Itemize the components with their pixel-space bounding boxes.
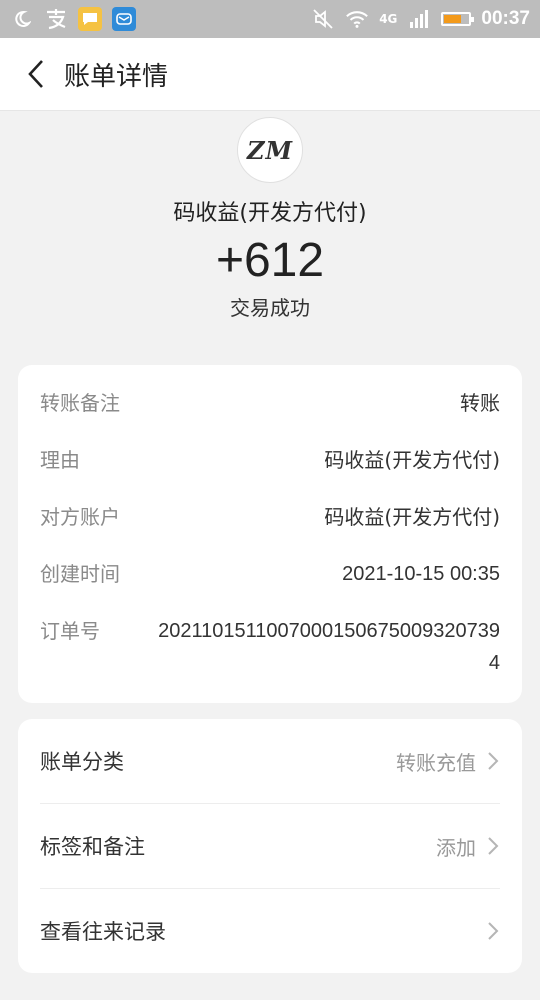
- chevron-right-icon: [486, 751, 500, 771]
- moon-icon: [10, 7, 34, 31]
- detail-value: 码收益(开发方代付): [324, 505, 500, 529]
- details-card: 转账备注 转账 理由 码收益(开发方代付) 对方账户 码收益(开发方代付) 创建…: [18, 365, 522, 703]
- nav-label: 查看往来记录: [40, 920, 166, 944]
- detail-label: 创建时间: [40, 562, 120, 586]
- payee-avatar: ZM: [237, 117, 303, 183]
- alipay-icon: [44, 7, 68, 31]
- nav-label: 账单分类: [40, 750, 124, 774]
- order-number-value[interactable]: 20211015110070001506750093207394: [150, 615, 500, 679]
- detail-row-order-number: 订单号 20211015110070001506750093207394: [40, 607, 500, 687]
- battery-level: [444, 15, 462, 23]
- detail-row-remark: 转账备注 转账: [40, 379, 500, 436]
- wifi-icon: [345, 7, 369, 31]
- tags-and-notes-item[interactable]: 标签和备注 添加: [40, 804, 500, 889]
- nav-label: 标签和备注: [40, 835, 145, 859]
- back-button[interactable]: [18, 56, 54, 92]
- app-header: 账单详情: [0, 38, 540, 111]
- detail-row-reason: 理由 码收益(开发方代付): [40, 436, 500, 493]
- detail-label: 转账备注: [40, 391, 120, 415]
- detail-row-created-time: 创建时间 2021-10-15 00:35: [40, 550, 500, 607]
- detail-value: 2021-10-15 00:35: [342, 563, 500, 585]
- chat-app-icon: [78, 7, 102, 31]
- network-type: 4G: [379, 12, 398, 26]
- detail-label: 订单号: [40, 619, 100, 643]
- chevron-left-icon: [28, 60, 43, 88]
- page-title: 账单详情: [64, 61, 169, 92]
- clock: 00:37: [481, 8, 530, 29]
- mute-icon: [311, 7, 335, 31]
- signal-icon: [407, 7, 431, 31]
- status-bar: 4G 00:37: [0, 0, 540, 38]
- bill-category-item[interactable]: 账单分类 转账充值: [40, 719, 500, 804]
- status-bar-system: 4G 00:37: [311, 7, 530, 31]
- nav-value: 转账充值: [396, 750, 476, 775]
- chevron-right-icon: [486, 921, 500, 941]
- transaction-amount: +612: [215, 234, 325, 287]
- detail-value: 码收益(开发方代付): [324, 448, 500, 472]
- transaction-status: 交易成功: [230, 296, 310, 320]
- status-bar-notifications: [10, 7, 136, 31]
- message-app-icon: [112, 7, 136, 31]
- actions-card: 账单分类 转账充值 标签和备注 添加 查看往来记录: [18, 719, 522, 973]
- payee-name: 码收益(开发方代付): [173, 201, 367, 226]
- detail-label: 对方账户: [40, 505, 120, 529]
- detail-value: 转账: [460, 391, 500, 415]
- chevron-right-icon: [486, 836, 500, 856]
- view-history-item[interactable]: 查看往来记录: [40, 889, 500, 973]
- detail-row-counterparty: 对方账户 码收益(开发方代付): [40, 493, 500, 550]
- battery-icon: [441, 12, 475, 26]
- detail-label: 理由: [40, 448, 80, 472]
- nav-value: 添加: [436, 835, 476, 860]
- transaction-summary: ZM 码收益(开发方代付) +612 交易成功: [0, 111, 540, 321]
